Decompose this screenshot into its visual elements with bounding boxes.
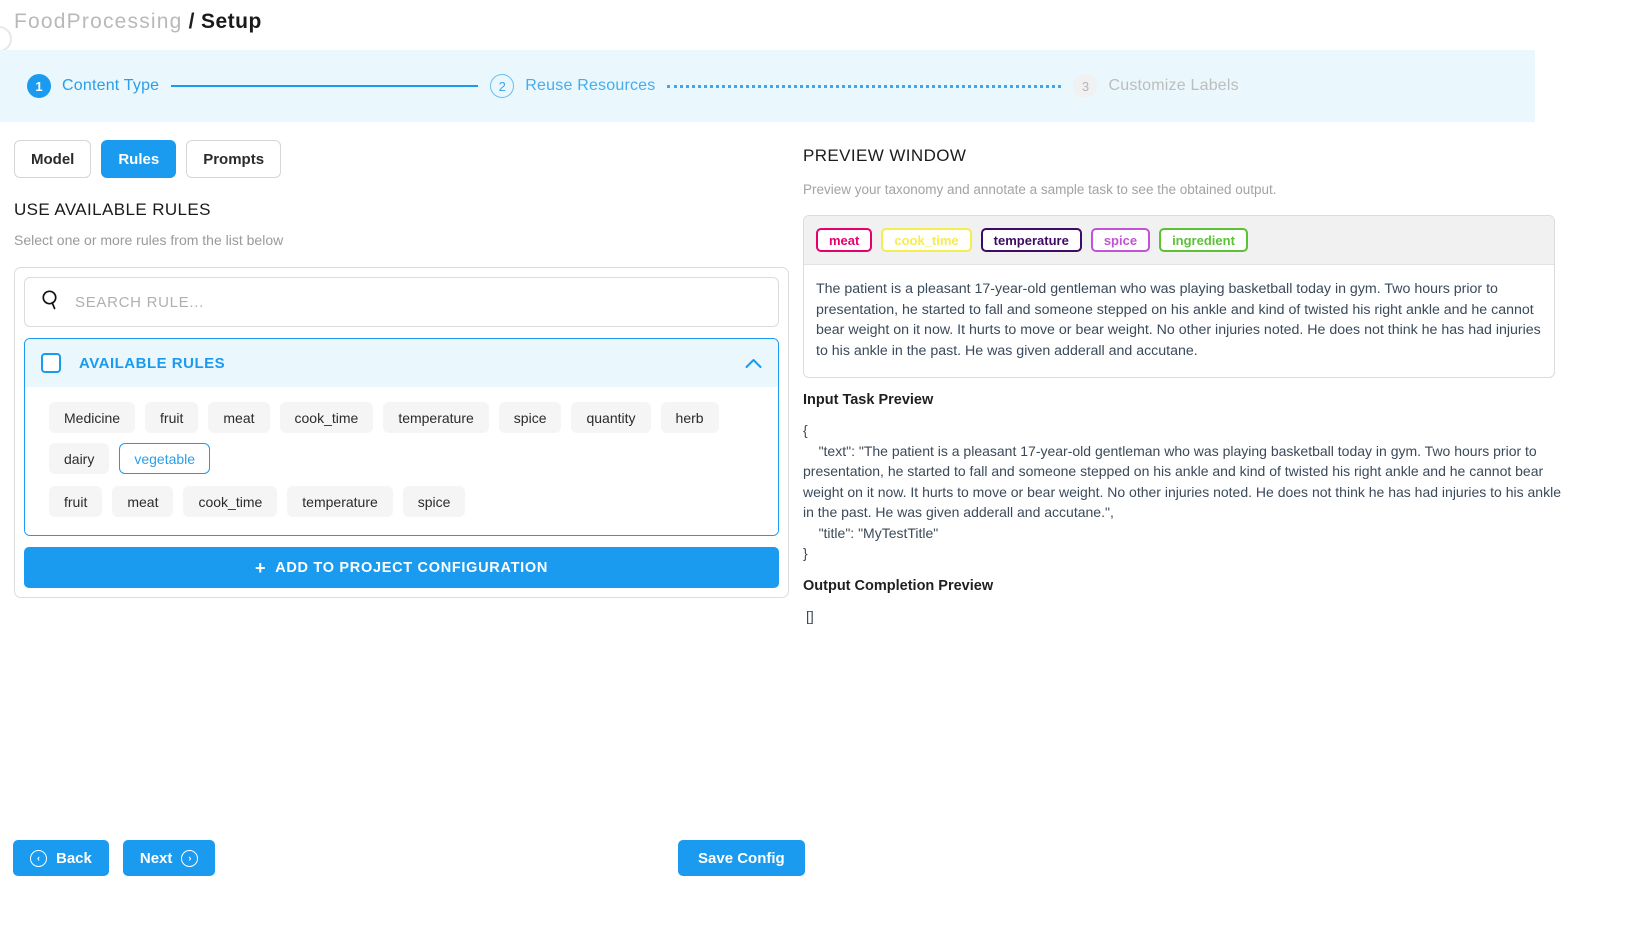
config-tabs: Model Rules Prompts: [0, 140, 800, 178]
available-rules-label: AVAILABLE RULES: [79, 354, 226, 372]
rule-chip[interactable]: Medicine: [49, 402, 136, 433]
select-all-checkbox[interactable]: [41, 353, 61, 373]
step-2-number: 2: [490, 74, 515, 98]
stepper-connector-solid: [171, 85, 479, 87]
chevron-right-circle-icon: ›: [181, 849, 199, 867]
rule-chip[interactable]: meat: [208, 402, 270, 433]
step-content-type[interactable]: 1 Content Type: [27, 74, 159, 98]
label-chip-temperature[interactable]: temperature: [980, 228, 1082, 252]
app-root: FoodProcessing / Setup 1 Content Type 2 …: [0, 0, 1640, 929]
corner-decoration: [0, 26, 12, 52]
rule-chip[interactable]: cook_time: [279, 402, 374, 433]
rules-card: AVAILABLE RULES Medicine fruit meat cook…: [14, 267, 789, 598]
step-3-label: Customize Labels: [1108, 77, 1239, 94]
rule-chip[interactable]: herb: [660, 402, 719, 433]
rule-chip-row-1: Medicine fruit meat cook_time temperatur…: [49, 402, 768, 474]
step-3-number: 3: [1073, 74, 1098, 98]
label-chip-spice[interactable]: spice: [1090, 228, 1151, 252]
rule-chips-area: Medicine fruit meat cook_time temperatur…: [25, 387, 778, 535]
tab-model[interactable]: Model: [14, 140, 92, 178]
plus-icon: +: [254, 557, 267, 578]
search-rule-box[interactable]: [24, 277, 779, 327]
available-rules-header[interactable]: AVAILABLE RULES: [25, 339, 778, 387]
sample-task-text[interactable]: The patient is a pleasant 17-year-old ge…: [804, 265, 1554, 377]
available-rules-section: AVAILABLE RULES Medicine fruit meat cook…: [24, 338, 779, 536]
breadcrumb-project[interactable]: FoodProcessing: [14, 10, 183, 34]
add-button-label: ADD TO PROJECT CONFIGURATION: [275, 559, 549, 576]
page-subtitle: Select one or more rules from the list b…: [14, 232, 284, 248]
setup-stepper: 1 Content Type 2 Reuse Resources 3 Custo…: [0, 50, 1535, 122]
rule-chip[interactable]: spice: [402, 486, 466, 517]
preview-window-box: meat cook_time temperature spice ingredi…: [803, 215, 1555, 378]
rule-chip[interactable]: dairy: [49, 443, 110, 474]
input-task-preview-json: { "text": "The patient is a pleasant 17-…: [803, 422, 1561, 561]
tab-prompts[interactable]: Prompts: [186, 140, 282, 178]
rule-chip[interactable]: fruit: [49, 486, 103, 517]
chevron-up-icon[interactable]: [745, 355, 762, 372]
stepper-connector-dotted: [667, 84, 1062, 88]
back-button[interactable]: ‹ Back: [13, 840, 109, 876]
label-chip-cook-time[interactable]: cook_time: [881, 228, 972, 252]
rule-chip[interactable]: cook_time: [183, 486, 278, 517]
step-customize-labels[interactable]: 3 Customize Labels: [1073, 74, 1239, 98]
label-chip-ingredient[interactable]: ingredient: [1159, 228, 1248, 252]
next-button-label: Next: [139, 849, 173, 867]
rule-chip[interactable]: meat: [112, 486, 174, 517]
rule-chip[interactable]: spice: [498, 402, 562, 433]
search-icon: [39, 288, 63, 317]
step-2-label: Reuse Resources: [525, 77, 656, 94]
save-config-button[interactable]: Save Config: [678, 840, 805, 876]
step-reuse-resources[interactable]: 2 Reuse Resources: [490, 74, 655, 98]
rule-chip[interactable]: quantity: [571, 402, 651, 433]
rule-chip[interactable]: fruit: [145, 402, 199, 433]
step-1-label: Content Type: [62, 77, 160, 94]
back-button-label: Back: [56, 849, 92, 867]
preview-window-subtitle: Preview your taxonomy and annotate a sam…: [803, 182, 1277, 197]
step-1-number: 1: [27, 74, 51, 98]
page-title: USE AVAILABLE RULES: [14, 200, 211, 219]
rule-chip[interactable]: temperature: [383, 402, 489, 433]
rule-chip-selected[interactable]: vegetable: [119, 443, 211, 474]
chevron-left-circle-icon: ‹: [30, 849, 47, 867]
input-task-preview-heading: Input Task Preview: [803, 392, 934, 408]
left-panel: Model Rules Prompts USE AVAILABLE RULES …: [0, 140, 800, 598]
breadcrumb-current: Setup: [201, 10, 262, 33]
add-to-project-configuration-button[interactable]: + ADD TO PROJECT CONFIGURATION: [24, 547, 779, 588]
right-panel: PREVIEW WINDOW Preview your taxonomy and…: [803, 146, 1563, 624]
tab-rules[interactable]: Rules: [101, 140, 177, 178]
output-completion-preview-json: []: [806, 607, 814, 624]
label-chip-bar: meat cook_time temperature spice ingredi…: [804, 216, 1554, 265]
footer-nav: ‹ Back Next ›: [13, 840, 216, 876]
rule-chip[interactable]: temperature: [287, 486, 393, 517]
breadcrumb-separator: /: [188, 10, 195, 33]
next-button[interactable]: Next ›: [122, 840, 216, 876]
search-input[interactable]: [73, 278, 764, 326]
output-completion-preview-heading: Output Completion Preview: [803, 577, 994, 594]
breadcrumb: FoodProcessing / Setup: [14, 10, 262, 34]
preview-window-title: PREVIEW WINDOW: [803, 146, 967, 165]
label-chip-meat[interactable]: meat: [816, 228, 873, 252]
rule-chip-row-2: fruit meat cook_time temperature spice: [49, 486, 768, 517]
